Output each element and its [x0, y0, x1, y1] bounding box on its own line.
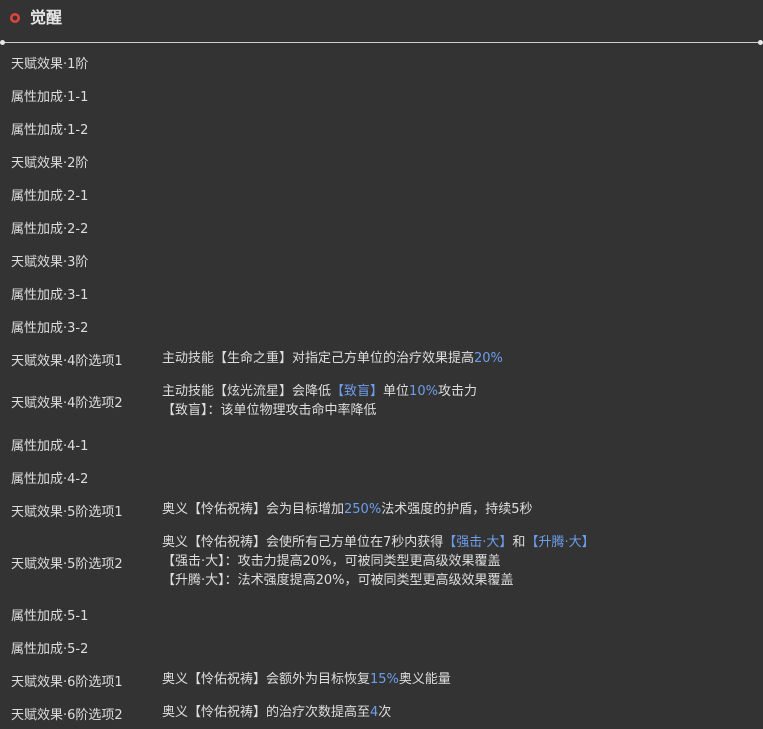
talent-row: 属性加成·5-2 — [0, 630, 763, 663]
talent-row-description: 奥义【怜佑祝祷】会额外为目标恢复15%奥义能量 — [162, 670, 451, 689]
description-text: 【升腾·大】：法术强度提高20%，可被同类型更高级效果覆盖 — [162, 573, 514, 588]
talent-row-description: 奥义【怜佑祝祷】会为目标增加250%法术强度的护盾，持续5秒 — [162, 500, 532, 519]
talent-row-label: 属性加成·1-2 — [11, 122, 89, 138]
description-line: 奥义【怜佑祝祷】会使所有己方单位在7秒内获得【强击·大】和【升腾·大】 — [162, 533, 595, 552]
talent-row-label: 属性加成·2-2 — [11, 221, 89, 237]
description-line: 奥义【怜佑祝祷】会额外为目标恢复15%奥义能量 — [162, 670, 451, 689]
talent-row-label: 天赋效果·6阶选项2 — [11, 707, 123, 723]
talent-row: 属性加成·3-2 — [0, 309, 763, 342]
talent-row-label: 属性加成·2-1 — [11, 188, 89, 204]
talent-row-label: 属性加成·5-1 — [11, 608, 89, 624]
description-line: 主动技能【生命之重】对指定己方单位的治疗效果提高20% — [162, 349, 503, 368]
description-text: 奥义【怜佑祝祷】会额外为目标恢复 — [162, 672, 371, 687]
talent-row: 天赋效果·5阶选项1 奥义【怜佑祝祷】会为目标增加250%法术强度的护盾，持续5秒 — [0, 493, 763, 526]
talent-row: 天赋效果·6阶选项2 奥义【怜佑祝祷】的治疗次数提高至4次 — [0, 696, 763, 729]
talent-row: 天赋效果·1阶 — [0, 45, 763, 78]
talent-row: 天赋效果·5阶选项2 奥义【怜佑祝祷】会使所有己方单位在7秒内获得【强击·大】和【… — [0, 526, 763, 597]
description-text: 奥义能量 — [398, 672, 451, 687]
description-text: 主动技能【炫光流星】会降低 — [162, 384, 332, 399]
talent-row: 天赋效果·4阶选项1 主动技能【生命之重】对指定己方单位的治疗效果提高20% — [0, 342, 763, 375]
talent-row: 天赋效果·4阶选项2 主动技能【炫光流星】会降低【致盲】单位10%攻击力【致盲】：… — [0, 375, 763, 427]
description-line: 奥义【怜佑祝祷】的治疗次数提高至4次 — [162, 703, 391, 722]
highlight-value: 【致盲】 — [331, 384, 384, 399]
description-text: 【强击·大】：攻击力提高20%，可被同类型更高级效果覆盖 — [162, 554, 501, 569]
talent-row-label: 天赋效果·4阶选项1 — [11, 353, 123, 369]
talent-row: 属性加成·2-1 — [0, 177, 763, 210]
talent-row: 属性加成·4-2 — [0, 460, 763, 493]
description-text: 次 — [378, 705, 392, 720]
description-text: 奥义【怜佑祝祷】会使所有己方单位在7秒内获得 — [162, 535, 444, 550]
description-text: 攻击力 — [437, 384, 477, 399]
talent-row: 属性加成·2-2 — [0, 210, 763, 243]
talent-row-label: 属性加成·5-2 — [11, 641, 89, 657]
highlight-value: 15% — [370, 672, 399, 687]
talent-row-description: 奥义【怜佑祝祷】的治疗次数提高至4次 — [162, 703, 391, 722]
highlight-value: 10% — [409, 384, 438, 399]
talent-row-label: 天赋效果·3阶 — [11, 254, 89, 270]
description-text: 奥义【怜佑祝祷】的治疗次数提高至 — [162, 705, 371, 720]
description-line: 主动技能【炫光流星】会降低【致盲】单位10%攻击力 — [162, 382, 477, 401]
highlight-value: 250% — [344, 502, 382, 517]
talent-row: 天赋效果·6阶选项1 奥义【怜佑祝祷】会额外为目标恢复15%奥义能量 — [0, 663, 763, 696]
highlight-value: 【强击·大】 — [443, 535, 513, 550]
talent-row: 属性加成·1-1 — [0, 78, 763, 111]
talent-row-label: 属性加成·3-2 — [11, 320, 89, 336]
awakening-badge-icon — [10, 13, 20, 23]
talent-row-description: 主动技能【生命之重】对指定己方单位的治疗效果提高20% — [162, 349, 503, 368]
talent-row: 属性加成·4-1 — [0, 427, 763, 460]
talent-row: 属性加成·5-1 — [0, 597, 763, 630]
description-line: 【强击·大】：攻击力提高20%，可被同类型更高级效果覆盖 — [162, 552, 595, 571]
talent-row: 天赋效果·2阶 — [0, 144, 763, 177]
talent-row-label: 天赋效果·1阶 — [11, 56, 89, 72]
talent-row: 属性加成·1-2 — [0, 111, 763, 144]
description-text: 和 — [512, 535, 526, 550]
highlight-value: 【升腾·大】 — [525, 535, 595, 550]
talent-row-label: 天赋效果·4阶选项2 — [11, 396, 123, 411]
section-title: 觉醒 — [30, 8, 63, 27]
description-line: 【升腾·大】：法术强度提高20%，可被同类型更高级效果覆盖 — [162, 571, 595, 590]
talent-row-label: 属性加成·4-1 — [11, 438, 89, 454]
talent-row-label: 属性加成·1-1 — [11, 89, 89, 105]
talent-row: 属性加成·3-1 — [0, 276, 763, 309]
description-text: 【致盲】：该单位物理攻击命中率降低 — [162, 403, 377, 418]
highlight-value: 20% — [474, 351, 503, 366]
description-text: 法术强度的护盾，持续5秒 — [381, 502, 533, 517]
talent-row-label: 天赋效果·5阶选项1 — [11, 504, 123, 520]
description-text: 主动技能【生命之重】对指定己方单位的治疗效果提高 — [162, 351, 475, 366]
talent-row-label: 天赋效果·2阶 — [11, 155, 89, 171]
description-text: 单位 — [383, 384, 410, 399]
talent-row: 天赋效果·3阶 — [0, 243, 763, 276]
talent-row-label: 属性加成·4-2 — [11, 471, 89, 487]
talent-row-description: 主动技能【炫光流星】会降低【致盲】单位10%攻击力【致盲】：该单位物理攻击命中率… — [162, 382, 477, 420]
talent-row-label: 天赋效果·5阶选项2 — [11, 556, 123, 572]
description-line: 奥义【怜佑祝祷】会为目标增加250%法术强度的护盾，持续5秒 — [162, 500, 532, 519]
description-text: 奥义【怜佑祝祷】会为目标增加 — [162, 502, 345, 517]
talent-row-description: 奥义【怜佑祝祷】会使所有己方单位在7秒内获得【强击·大】和【升腾·大】 【强击·大… — [162, 533, 595, 590]
talent-row-label: 天赋效果·6阶选项1 — [11, 674, 123, 690]
talent-row-label: 属性加成·3-1 — [11, 287, 89, 303]
description-line: 【致盲】：该单位物理攻击命中率降低 — [162, 401, 477, 420]
section-header: 觉醒 — [0, 0, 763, 42]
header-divider — [2, 42, 761, 43]
